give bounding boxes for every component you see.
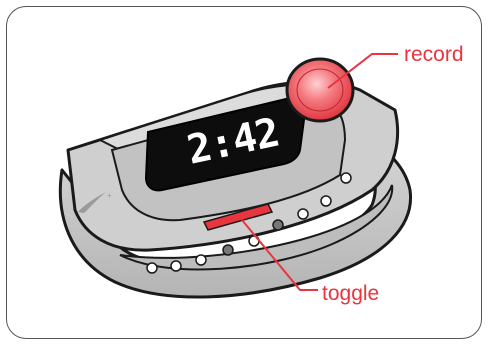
record-label: record <box>404 43 464 66</box>
svg-text:+: + <box>107 191 112 200</box>
toggle-label: toggle <box>322 282 380 305</box>
